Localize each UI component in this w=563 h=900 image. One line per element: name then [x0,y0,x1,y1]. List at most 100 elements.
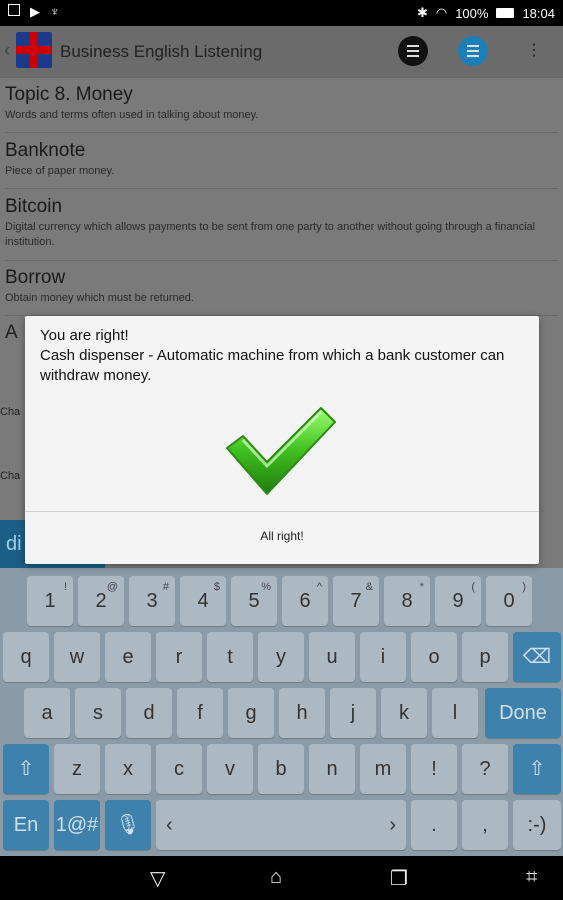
item-description: Obtain money which must be returned. [5,292,194,304]
key-secondary-symbol: % [261,581,271,593]
key-4[interactable]: 4 $ [180,576,226,626]
key-secondary-symbol: ) [522,581,526,593]
key-q[interactable]: q [3,632,49,682]
key-r[interactable]: r [156,632,202,682]
key-secondary-symbol: $ [213,581,220,593]
key-x[interactable]: x [105,744,151,794]
key-l[interactable]: l [432,688,478,738]
key-secondary-symbol: ^ [316,581,322,593]
screenshot-icon[interactable]: ⌗ [526,866,537,889]
key-v[interactable]: v [207,744,253,794]
key-b[interactable]: b [258,744,304,794]
item-title: Banknote [5,140,86,161]
space-bar[interactable]: ‹ › [156,800,406,850]
partial-label: Cha [0,406,21,418]
checkmark-icon [226,407,336,495]
key-![interactable]: ! [411,744,457,794]
item-description: Digital currency which allows payments t… [5,221,536,248]
key-d[interactable]: d [126,688,172,738]
on-screen-keyboard: 1! 2 @3 #4 $5% 6 ^ 7 & 8 * 9(0) q w e r t y u i o p ⌫ a s d f g h j k l… [0,568,563,856]
cursor-right-icon: › [389,814,396,836]
key-i[interactable]: i [360,632,406,682]
wifi-icon: ◠ [435,5,448,20]
key-9[interactable]: 9( [435,576,481,626]
status-bar: ▶ ♆ ✱ ◠ 100% 18:04 [0,0,563,26]
period-key[interactable]: . [411,800,457,850]
home-icon[interactable]: ⌂ [270,866,282,889]
key-j[interactable]: j [330,688,376,738]
list-item[interactable]: Banknote Piece of paper money. [5,140,558,189]
microphone-key[interactable]: 🎙 [105,800,151,850]
all-right-button[interactable]: All right! [25,512,539,564]
item-description: Piece of paper money. [5,165,115,177]
partial-label: Cha [0,470,21,482]
shift-left-key[interactable]: ⇧ [3,744,49,794]
key-secondary-symbol: # [162,581,169,593]
dialog-definition: Cash dispenser - Automatic machine from … [40,347,505,384]
key-h[interactable]: h [279,688,325,738]
comma-key[interactable]: , [462,800,508,850]
battery-percent: 100% [455,5,489,21]
app-bar: ‹ Business English Listening ⋮ [0,26,563,78]
uk-flag-icon [16,32,52,68]
more-options-icon[interactable]: ⋮ [526,40,542,60]
result-dialog: You are right! Cash dispenser - Automati… [25,316,539,564]
key-m[interactable]: m [360,744,406,794]
key-6[interactable]: 6 ^ [282,576,328,626]
gallery-icon [8,4,20,16]
battery-icon [496,8,515,18]
key-3[interactable]: 3 # [129,576,175,626]
partial-heading: A [5,322,18,343]
key-0[interactable]: 0) [486,576,532,626]
dialog-title: You are right! [40,327,129,344]
key-u[interactable]: u [309,632,355,682]
key-?[interactable]: ? [462,744,508,794]
key-g[interactable]: g [228,688,274,738]
item-title: Bitcoin [5,196,63,217]
emoticon-key[interactable]: :-) [513,800,561,850]
numbered-list-icon-button[interactable] [458,36,488,66]
key-2[interactable]: 2 @ [78,576,124,626]
key-s[interactable]: s [75,688,121,738]
app-title: Business English Listening [60,42,263,61]
key-secondary-symbol: * [419,581,424,593]
key-y[interactable]: y [258,632,304,682]
item-title: Topic 8. Money [5,84,133,105]
backspace-key[interactable]: ⌫ [513,632,561,682]
list-item[interactable]: Topic 8. Money Words and terms often use… [5,84,558,133]
key-k[interactable]: k [381,688,427,738]
key-w[interactable]: w [54,632,100,682]
done-key[interactable]: Done [485,688,561,738]
key-c[interactable]: c [156,744,202,794]
dialog-message: You are right! Cash dispenser - Automati… [40,326,520,386]
key-e[interactable]: e [105,632,151,682]
back-arrow-icon[interactable]: ‹ [4,40,10,61]
key-secondary-symbol: @ [106,581,118,593]
shift-right-key[interactable]: ⇧ [513,744,561,794]
symbols-key[interactable]: 1@# [54,800,100,850]
key-7[interactable]: 7 & [333,576,379,626]
list-icon-button[interactable] [398,36,428,66]
key-n[interactable]: n [309,744,355,794]
item-description: Words and terms often used in talking ab… [5,109,259,121]
key-f[interactable]: f [177,688,223,738]
recent-apps-icon[interactable]: ❐ [390,866,408,891]
key-secondary-symbol: ( [471,581,475,593]
key-8[interactable]: 8 * [384,576,430,626]
item-title: Borrow [5,267,66,288]
play-icon: ▶ [30,4,40,19]
navigation-bar: ▽ ⌂ ❐ ⌗ [0,856,563,900]
back-nav-icon[interactable]: ▽ [150,866,165,891]
key-5[interactable]: 5% [231,576,277,626]
language-key[interactable]: En [3,800,49,850]
key-1[interactable]: 1! [27,576,73,626]
list-item[interactable]: Borrow Obtain money which must be return… [5,267,558,316]
key-t[interactable]: t [207,632,253,682]
list-item[interactable]: Bitcoin Digital currency which allows pa… [5,196,558,261]
key-z[interactable]: z [54,744,100,794]
cursor-left-icon: ‹ [166,814,173,836]
key-o[interactable]: o [411,632,457,682]
clock: 18:04 [522,5,555,21]
key-a[interactable]: a [24,688,70,738]
key-p[interactable]: p [462,632,508,682]
